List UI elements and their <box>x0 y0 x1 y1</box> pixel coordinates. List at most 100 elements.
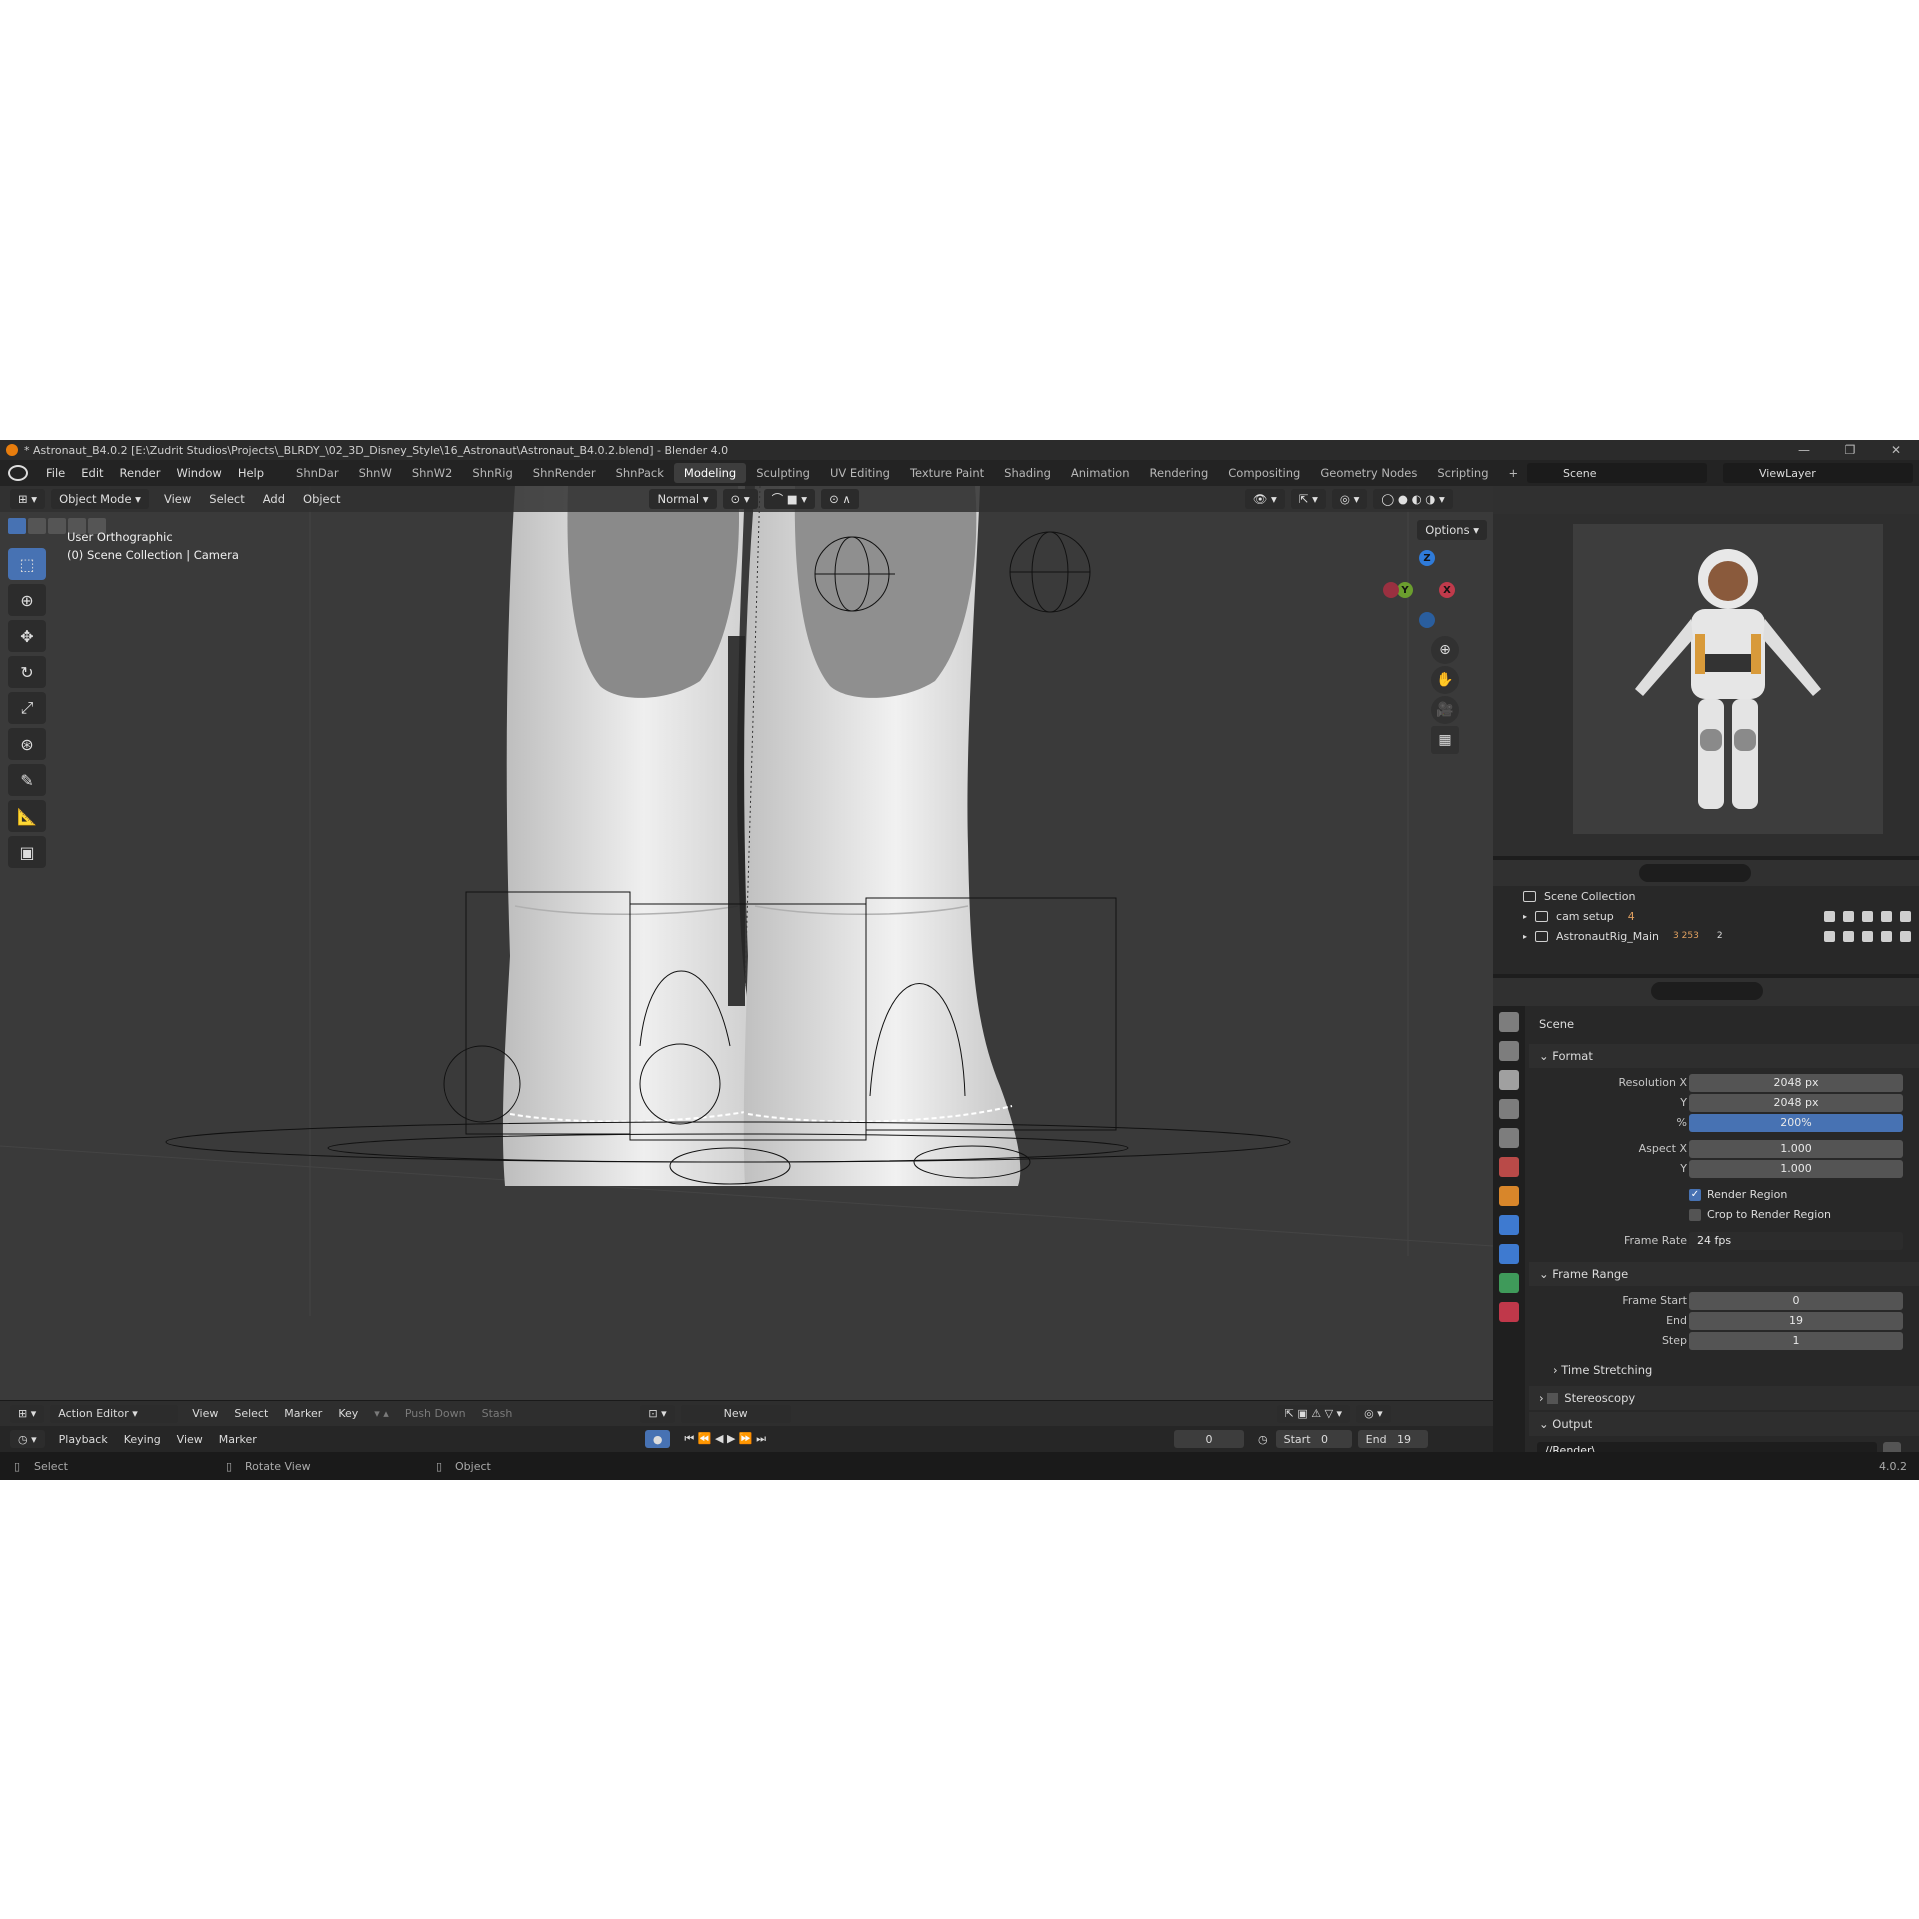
eye-icon[interactable] <box>1862 910 1873 922</box>
shading-modes-icon[interactable]: ◯ ● ◐ ◑ ▾ <box>1373 489 1453 509</box>
view-layer-tab-icon[interactable] <box>1499 1099 1519 1119</box>
transform-tool-icon[interactable]: ⊛ <box>8 728 46 760</box>
exclude-checkbox-icon[interactable] <box>1824 910 1835 922</box>
resolution-y-field[interactable]: 2048 px <box>1689 1094 1903 1112</box>
tab-compositing[interactable]: Compositing <box>1218 463 1310 483</box>
close-button[interactable]: ✕ <box>1873 440 1919 460</box>
format-panel-header[interactable]: ⌄ Format <box>1529 1044 1919 1068</box>
timeline-start-field[interactable]: Start 0 <box>1275 1430 1352 1448</box>
overlay-toggle-icon[interactable]: ◎ ▾ <box>1331 489 1368 509</box>
output-panel-header[interactable]: ⌄ Output <box>1529 1412 1919 1436</box>
blender-menu-icon[interactable] <box>8 465 28 481</box>
select-subtract-icon[interactable] <box>48 518 66 534</box>
add-workspace-button[interactable]: + <box>1499 463 1529 483</box>
time-stretching-subpanel[interactable]: › Time Stretching <box>1529 1358 1919 1382</box>
expand-icon[interactable]: ▸ <box>1523 912 1527 921</box>
tab-shnrig[interactable]: ShnRig <box>462 463 522 483</box>
timeline-menu-keying[interactable]: Keying <box>116 1433 169 1446</box>
scale-tool-icon[interactable]: ⤢ <box>8 692 46 724</box>
timeline-end-field[interactable]: End 19 <box>1357 1430 1428 1448</box>
navigation-gizmo[interactable]: Z Y X ⊕ ✋ 🎥 ▦ <box>1383 546 1473 754</box>
tab-shnw[interactable]: ShnW <box>349 463 402 483</box>
rotate-tool-icon[interactable]: ↻ <box>8 656 46 688</box>
tab-shnrender[interactable]: ShnRender <box>523 463 606 483</box>
render-tab-icon[interactable] <box>1499 1041 1519 1061</box>
menu-window[interactable]: Window <box>168 466 229 480</box>
minimize-button[interactable]: — <box>1781 440 1827 460</box>
resolution-x-field[interactable]: 2048 px <box>1689 1074 1903 1092</box>
exclude-checkbox-icon[interactable] <box>1824 930 1835 942</box>
tab-shading[interactable]: Shading <box>994 463 1061 483</box>
scene-tab-icon[interactable] <box>1499 1128 1519 1148</box>
outliner-item-cam-setup[interactable]: ▸ cam setup 4 <box>1493 906 1919 926</box>
gizmo-x-axis[interactable]: X <box>1439 582 1455 598</box>
menu-help[interactable]: Help <box>230 466 272 480</box>
monitor-icon[interactable] <box>1881 910 1892 922</box>
eye-icon[interactable] <box>1862 930 1873 942</box>
select-arrow-icon[interactable] <box>1843 910 1854 922</box>
camera-icon[interactable] <box>1900 930 1911 942</box>
tab-scripting[interactable]: Scripting <box>1427 463 1498 483</box>
gizmo-z-axis[interactable]: Z <box>1419 550 1435 566</box>
tab-sculpting[interactable]: Sculpting <box>746 463 820 483</box>
tab-uv-editing[interactable]: UV Editing <box>820 463 900 483</box>
ortho-grid-icon[interactable]: ▦ <box>1431 726 1459 754</box>
timeline-menu-marker[interactable]: Marker <box>211 1433 265 1446</box>
tab-shnpack[interactable]: ShnPack <box>606 463 674 483</box>
frame-step-field[interactable]: 1 <box>1689 1332 1903 1350</box>
maximize-button[interactable]: ❐ <box>1827 440 1873 460</box>
visibility-icon[interactable]: 👁 ▾ <box>1244 489 1285 509</box>
action-editor-mode-selector[interactable]: Action Editor ▾ <box>50 1404 179 1423</box>
dopesheet-snap-icon[interactable]: ◎ ▾ <box>1356 1404 1391 1423</box>
data-tab-icon[interactable] <box>1499 1273 1519 1293</box>
aspect-x-field[interactable]: 1.000 <box>1689 1140 1903 1158</box>
gizmo-neg-x-axis[interactable] <box>1383 582 1399 598</box>
pan-hand-icon[interactable]: ✋ <box>1431 666 1459 694</box>
outliner-search-input[interactable] <box>1639 864 1751 882</box>
outliner[interactable]: Scene Collection ▸ cam setup 4 ▸ Astrona… <box>1493 860 1919 974</box>
outliner-item-astronaut-rig[interactable]: ▸ AstronautRig_Main 3 253 2 <box>1493 926 1919 946</box>
dopesheet-menu-view[interactable]: View <box>184 1407 226 1420</box>
editor-type-button[interactable]: ⊞ ▾ <box>10 489 46 509</box>
frame-range-panel-header[interactable]: ⌄ Frame Range <box>1529 1262 1919 1286</box>
menu-file[interactable]: File <box>38 466 73 480</box>
dopesheet-filter-icons[interactable]: ⇱ ▣ ⚠ ▽ ▾ <box>1276 1404 1351 1423</box>
output-tab-icon[interactable] <box>1499 1070 1519 1090</box>
viewport-menu-add[interactable]: Add <box>254 492 294 506</box>
options-button[interactable]: Options ▾ <box>1417 520 1487 540</box>
select-arrow-icon[interactable] <box>1843 930 1854 942</box>
monitor-icon[interactable] <box>1881 930 1892 942</box>
pivot-point-icon[interactable]: ⊙ ▾ <box>722 489 758 509</box>
action-browse-icon[interactable]: ⊡ ▾ <box>640 1404 675 1423</box>
gizmo-toggle-icon[interactable]: ⇱ ▾ <box>1290 489 1326 509</box>
zoom-icon[interactable]: ⊕ <box>1431 636 1459 664</box>
camera-icon[interactable] <box>1900 910 1911 922</box>
current-frame-field[interactable]: 0 <box>1174 1430 1245 1448</box>
stereoscopy-checkbox-icon[interactable] <box>1547 1392 1559 1404</box>
frame-rate-dropdown[interactable]: 24 fps <box>1689 1232 1903 1250</box>
select-extend-icon[interactable] <box>28 518 46 534</box>
timeline-menu-view[interactable]: View <box>169 1433 211 1446</box>
properties-editor[interactable]: Scene ⌄ Format Resolution X 2048 px Y 20… <box>1493 978 1919 1480</box>
transform-orientation-selector[interactable]: Normal ▾ <box>649 489 717 509</box>
properties-search-input[interactable] <box>1651 982 1763 1000</box>
menu-edit[interactable]: Edit <box>73 466 111 480</box>
scene-selector[interactable]: Scene <box>1527 463 1707 483</box>
texture-tab-icon[interactable] <box>1499 1302 1519 1322</box>
mode-selector[interactable]: Object Mode ▾ <box>51 489 149 509</box>
render-region-checkbox[interactable]: ✓ Render Region <box>1689 1188 1787 1201</box>
tab-texture-paint[interactable]: Texture Paint <box>900 463 994 483</box>
render-preview-editor[interactable] <box>1493 486 1919 856</box>
measure-tool-icon[interactable]: 📐 <box>8 800 46 832</box>
stereoscopy-panel-header[interactable]: › Stereoscopy <box>1529 1386 1919 1410</box>
expand-icon[interactable]: ▸ <box>1523 932 1527 941</box>
add-cube-tool-icon[interactable]: ▣ <box>8 836 46 868</box>
physics-tab-icon[interactable] <box>1499 1244 1519 1264</box>
select-box-tool-icon[interactable]: ⬚ <box>8 548 46 580</box>
dopesheet-menu-key[interactable]: Key <box>330 1407 366 1420</box>
camera-view-icon[interactable]: 🎥 <box>1431 696 1459 724</box>
gizmo-y-axis[interactable]: Y <box>1397 582 1413 598</box>
auto-keying-icon[interactable]: ● <box>644 1430 671 1448</box>
timeline-editor-type-button[interactable]: ◷ ▾ <box>10 1430 45 1448</box>
tab-geometry-nodes[interactable]: Geometry Nodes <box>1310 463 1427 483</box>
